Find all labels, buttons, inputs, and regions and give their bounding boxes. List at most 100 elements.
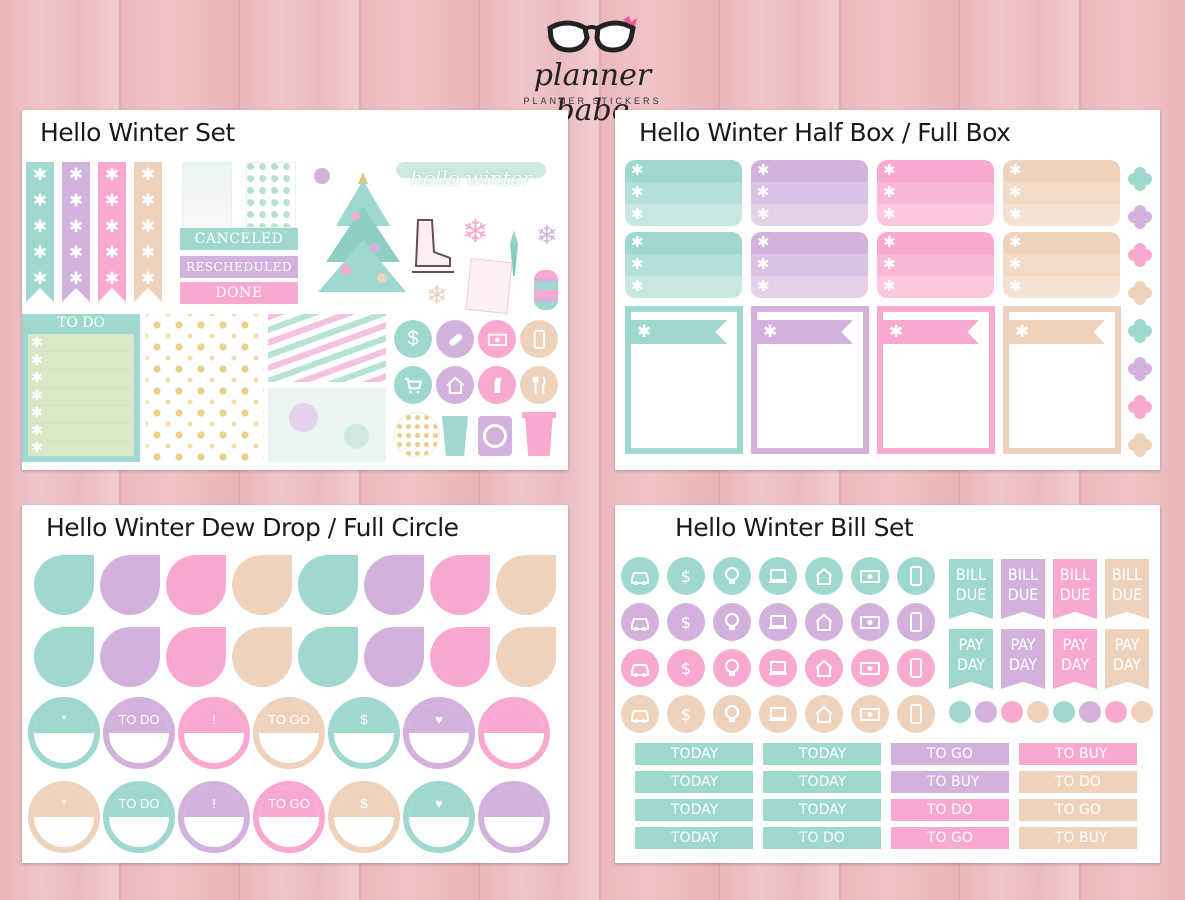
- pay-day-banner: PAY DAY: [1001, 629, 1045, 689]
- bill-due-banner: BILL DUE: [1001, 559, 1045, 619]
- washing-machine-icon: [478, 416, 512, 456]
- full-circle-label: [484, 787, 544, 817]
- money-icon: [851, 603, 889, 641]
- label-strip: TO GO: [891, 743, 1009, 765]
- flower-icon: [1128, 205, 1152, 229]
- car-icon: [621, 695, 659, 733]
- sheet-title: Hello Winter Bill Set: [675, 513, 914, 542]
- dew-drop-sticker: [166, 627, 226, 687]
- phone-icon: [897, 603, 935, 641]
- brand-logo: planner babe PLANNER STICKERS: [505, 14, 680, 128]
- full-circle-sticker: TO GO: [253, 697, 325, 769]
- label-strip: TODAY: [635, 743, 753, 765]
- full-circle-sticker: *: [28, 781, 100, 853]
- todo-box: TO DO ✱ ✱ ✱ ✱ ✱ ✱ ✱: [22, 314, 140, 462]
- glasses-icon: [547, 16, 637, 53]
- ice-skate-icon: [412, 219, 454, 273]
- money-icon: [478, 320, 516, 358]
- dew-drop-sticker: [496, 627, 556, 687]
- svg-text:$: $: [681, 567, 691, 586]
- half-box-peach: ✱ ✱ ✱: [1003, 160, 1120, 226]
- label-strip: TO BUY: [891, 771, 1009, 793]
- house-icon: [805, 603, 843, 641]
- full-circle-label: !: [184, 787, 244, 817]
- label-strip: TO DO: [891, 799, 1009, 821]
- laptop-icon: [759, 557, 797, 595]
- svg-text:$: $: [681, 659, 691, 678]
- full-circle-sticker: $: [328, 781, 400, 853]
- brand-subtitle: PLANNER STICKERS: [523, 96, 662, 106]
- full-circle-label: TO GO: [259, 703, 319, 733]
- full-circle-sticker: TO GO: [253, 781, 325, 853]
- full-circle-sticker: [478, 781, 550, 853]
- sheet-hello-winter-set: Hello Winter Set ✱ ✱ ✱ ✱ ✱ ✱ ✱ ✱ ✱ ✱ ✱ ✱ ✱ ✱ ✱ ✱ ✱ ✱ ✱ ✱…: [22, 110, 568, 470]
- bill-due-banner: BILL DUE: [949, 559, 993, 619]
- full-circle-sticker: !: [178, 781, 250, 853]
- full-circle-label: $: [334, 703, 394, 733]
- label-strip: TO BUY: [1019, 827, 1137, 849]
- car-icon: [621, 557, 659, 595]
- pay-day-banner: PAY DAY: [949, 629, 993, 689]
- dollar-icon: $: [667, 603, 705, 641]
- trash-icon: [522, 412, 556, 456]
- house-icon: [805, 557, 843, 595]
- full-circle-sticker: ♥: [403, 781, 475, 853]
- money-icon: [851, 557, 889, 595]
- full-circle-label: TO DO: [109, 703, 169, 733]
- label-canceled: CANCELED: [180, 228, 298, 250]
- half-box-pink: ✱ ✱ ✱: [877, 160, 994, 226]
- full-circle-sticker: TO DO: [103, 697, 175, 769]
- flower-icon: [1128, 357, 1152, 381]
- dot-sticker: [1079, 701, 1101, 723]
- sheet-title: Hello Winter Dew Drop / Full Circle: [46, 513, 459, 542]
- lightbulb-icon: [713, 603, 751, 641]
- dollar-icon: $: [667, 557, 705, 595]
- money-icon: [851, 649, 889, 687]
- full-box-pink: ✱: [877, 306, 995, 454]
- label-strip: TO BUY: [1019, 743, 1137, 765]
- flower-icon: [1128, 433, 1152, 457]
- house-icon: [805, 695, 843, 733]
- car-icon: [621, 603, 659, 641]
- phone-icon: [897, 557, 935, 595]
- phone-icon: [520, 320, 558, 358]
- svg-text:$: $: [681, 613, 691, 632]
- full-box-purple: ✱: [751, 306, 869, 454]
- lightbulb-icon: [713, 649, 751, 687]
- dew-drop-sticker: [430, 555, 490, 615]
- cart-icon: [394, 366, 432, 404]
- pay-day-banner: PAY DAY: [1053, 629, 1097, 689]
- full-circle-label: TO DO: [109, 787, 169, 817]
- house-icon: [805, 649, 843, 687]
- full-circle-sticker: [478, 697, 550, 769]
- label-rescheduled: RESCHEDULED: [180, 256, 298, 278]
- dot-sticker: [975, 701, 997, 723]
- dot-sticker: [1001, 701, 1023, 723]
- confetti-circle-sticker: [394, 412, 440, 458]
- label-strip: TODAY: [763, 771, 881, 793]
- bill-due-banner: BILL DUE: [1105, 559, 1149, 619]
- lightbulb-icon: [713, 557, 751, 595]
- label-strip: TO DO: [1019, 771, 1137, 793]
- dew-drop-sticker: [100, 627, 160, 687]
- flower-icon: [1128, 281, 1152, 305]
- label-strip: TODAY: [763, 799, 881, 821]
- chevron-pattern-sticker: [268, 314, 386, 382]
- bill-due-banner: BILL DUE: [1053, 559, 1097, 619]
- half-box-peach: ✱ ✱ ✱: [1003, 232, 1120, 298]
- label-strip: TO DO: [763, 827, 881, 849]
- pine-deco-sticker: [182, 162, 232, 230]
- flag-sticker-purple: ✱ ✱ ✱ ✱ ✱: [62, 162, 90, 302]
- full-box-teal: ✱: [625, 306, 743, 454]
- dew-drop-sticker: [232, 555, 292, 615]
- notebook-sticker: [465, 257, 513, 315]
- dot-sticker: [1105, 701, 1127, 723]
- laptop-icon: [759, 695, 797, 733]
- hello-winter-banner: hello winter: [396, 154, 546, 198]
- dot-sticker: [1053, 701, 1075, 723]
- label-strip: TO GO: [1019, 799, 1137, 821]
- flag-sticker-peach: ✱ ✱ ✱ ✱ ✱: [134, 162, 162, 302]
- dew-drop-sticker: [364, 627, 424, 687]
- full-circle-label: [484, 703, 544, 733]
- snowflake-icon: ❄: [426, 280, 448, 310]
